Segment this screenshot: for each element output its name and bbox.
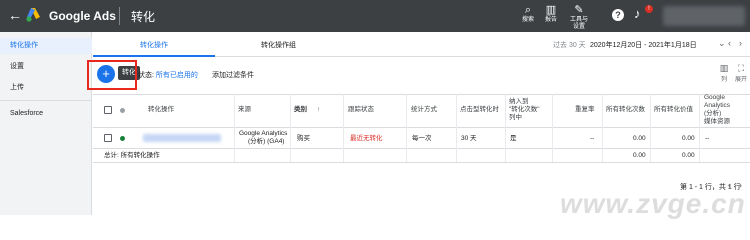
active-tab-indicator: [93, 55, 215, 57]
notification-badge: !: [645, 5, 653, 13]
columns-icon: ▥: [719, 63, 729, 73]
reports-button[interactable]: ▥ 报告: [538, 4, 564, 24]
total-label: 总计: 所有转化操作: [104, 152, 160, 159]
row-include: 是: [510, 135, 517, 142]
google-ads-logo: [26, 8, 40, 22]
header-source[interactable]: 来源: [238, 106, 251, 114]
col-divider: [456, 94, 457, 162]
table-top-border: [93, 94, 750, 95]
header-ga-2[interactable]: Analytics: [704, 102, 730, 110]
columns-button[interactable]: ▥ 列: [717, 63, 731, 83]
header-ga-4[interactable]: 媒体资源: [704, 118, 730, 126]
status-enabled-dot: [120, 136, 125, 141]
filter-chip[interactable]: 状态: 所有已启用的: [138, 70, 198, 80]
header-border: [93, 127, 750, 128]
col-divider: [552, 94, 553, 162]
header-ga-3[interactable]: (分析): [704, 110, 721, 118]
conversion-action-name-blurred[interactable]: [143, 134, 221, 142]
header-category[interactable]: 类别: [294, 106, 307, 114]
filter-prefix: 状态:: [138, 72, 154, 79]
tab-conversion-groups[interactable]: 转化操作组: [261, 40, 296, 50]
header-tracking-status[interactable]: 跟踪状态: [348, 106, 374, 114]
row-checkbox[interactable]: [104, 134, 112, 142]
sidebar-item-salesforce[interactable]: Salesforce: [0, 106, 92, 122]
expand-button[interactable]: ⛶ 展开: [734, 63, 748, 83]
sidebar: 转化操作 设置 上传 Salesforce: [0, 32, 92, 215]
page-title: 转化: [131, 10, 156, 24]
tab-bar: 转化操作 转化操作组 过去 30 天 2020年12月20日 - 2021年1月…: [93, 32, 750, 57]
total-all-conversions: 0.00: [633, 152, 646, 159]
sidebar-item-uploads[interactable]: 上传: [0, 80, 92, 96]
title-divider: [119, 7, 120, 25]
header-click-window[interactable]: 点击型转化时: [460, 106, 499, 114]
tools-label-2: 设置: [572, 24, 585, 30]
col-divider: [406, 94, 407, 162]
col-divider: [343, 94, 344, 162]
col-divider: [505, 94, 506, 162]
back-arrow-icon[interactable]: ←: [8, 8, 22, 22]
top-bar: ← Google Ads 转化 ⌕ 搜索 ▥ 报告 ✎ 工具与 设置 ? ♪ !: [0, 0, 750, 32]
row-all-conversions: 0.00: [633, 135, 646, 142]
sidebar-item-conversion-actions[interactable]: 转化操作: [0, 38, 92, 54]
watermark: www.zvge.cn: [560, 188, 746, 219]
col-divider: [650, 94, 651, 162]
header-all-conversion-value[interactable]: 所有转化价值: [654, 106, 693, 114]
reports-label: 报告: [544, 17, 557, 23]
highlight-box: [87, 60, 137, 90]
bell-icon[interactable]: ♪: [634, 7, 641, 21]
conversion-table: 转化操作 来源 类别 ↑ 跟踪状态 统计方式 点击型转化时 纳入到 "转化次数"…: [93, 94, 750, 184]
header-conversion-action[interactable]: 转化操作: [148, 106, 174, 114]
status-header-dot: [120, 108, 125, 113]
next-period-icon[interactable]: ›: [739, 38, 742, 48]
col-divider: [602, 94, 603, 162]
col-divider: [699, 94, 700, 162]
row-ga-property: --: [705, 135, 710, 142]
tools-label-1: 工具与: [569, 17, 588, 23]
sidebar-item-settings[interactable]: 设置: [0, 59, 92, 75]
date-range[interactable]: 2020年12月20日 - 2021年1月18日: [590, 40, 697, 50]
header-include-3[interactable]: 列中: [509, 114, 522, 122]
header-include-1[interactable]: 纳入到: [509, 98, 529, 106]
row-all-conversion-value: 0.00: [682, 135, 695, 142]
app-name: Google Ads: [49, 9, 116, 23]
sort-ascending-icon[interactable]: ↑: [317, 106, 320, 114]
reports-icon: ▥: [545, 4, 557, 16]
sidebar-divider: [0, 100, 92, 101]
row-category: 购买: [297, 135, 310, 142]
select-all-checkbox[interactable]: [104, 106, 112, 114]
chevron-down-icon[interactable]: ⌄: [718, 38, 726, 49]
header-all-conversions[interactable]: 所有转化次数: [606, 106, 645, 114]
tab-conversion-actions[interactable]: 转化操作: [140, 40, 168, 50]
help-icon[interactable]: ?: [612, 9, 624, 21]
add-filter-link[interactable]: 添加过滤条件: [212, 70, 254, 80]
col-divider: [290, 94, 291, 162]
date-preset: 过去 30 天: [553, 42, 586, 49]
total-all-conversion-value: 0.00: [682, 152, 695, 159]
account-info-blurred[interactable]: [663, 6, 745, 26]
wrench-icon: ✎: [574, 4, 584, 16]
header-ga-1[interactable]: Google: [704, 94, 725, 102]
tools-settings-button[interactable]: ✎ 工具与 设置: [566, 4, 592, 31]
row-border: [93, 148, 750, 149]
col-divider: [234, 94, 235, 162]
row-count: 每一次: [412, 135, 432, 142]
expand-label: 展开: [734, 77, 747, 83]
previous-period-icon[interactable]: ‹: [728, 38, 731, 48]
row-source-1: Google Analytics: [239, 130, 288, 137]
header-repeat-rate[interactable]: 重复率: [575, 106, 595, 114]
row-tracking-status: 最近无转化: [350, 135, 383, 142]
filter-value: 所有已启用的: [155, 72, 198, 79]
columns-label: 列: [720, 77, 727, 83]
row-repeat-rate: --: [590, 135, 595, 142]
header-include-2[interactable]: "转化次数": [509, 106, 540, 114]
expand-icon: ⛶: [737, 63, 745, 73]
total-border: [93, 162, 750, 163]
row-click-window: 30 天: [461, 135, 477, 142]
header-count[interactable]: 统计方式: [411, 106, 437, 114]
row-source-2: (分析) (GA4): [248, 138, 285, 145]
